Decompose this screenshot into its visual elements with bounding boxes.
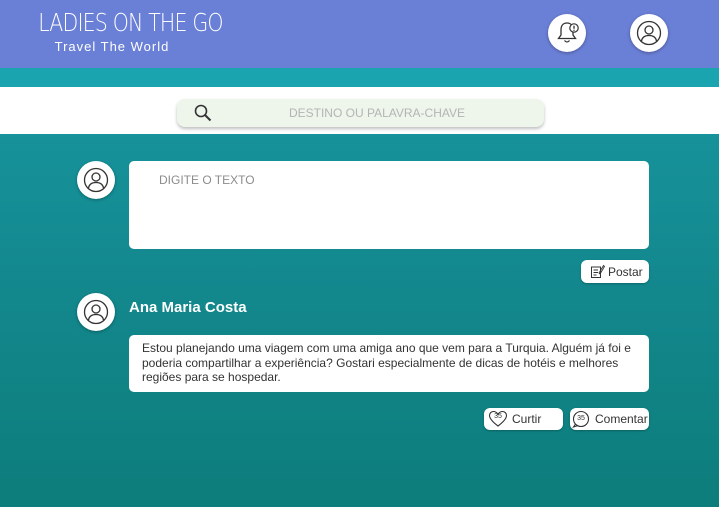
brand-logo[interactable]: LADIES ON THE GO Travel The World — [22, 8, 223, 54]
search-bar-area — [0, 87, 719, 134]
brand-title: LADIES ON THE GO — [38, 8, 223, 37]
user-circle-icon — [83, 167, 109, 193]
edit-list-icon — [591, 264, 605, 278]
search-input[interactable] — [217, 99, 537, 127]
post-text: Estou planejando uma viagem com uma amig… — [129, 335, 649, 392]
comment-button-label: Comentar — [595, 412, 648, 426]
user-circle-icon — [83, 299, 109, 325]
like-count: 35 — [494, 413, 502, 420]
search-box[interactable] — [177, 99, 544, 127]
brand-subtitle: Travel The World — [54, 39, 170, 54]
like-button[interactable]: 35 Curtir — [484, 408, 563, 430]
post-author-name[interactable]: Ana Maria Costa — [129, 299, 247, 316]
post-author-avatar[interactable] — [77, 293, 115, 331]
bell-alert-icon — [557, 22, 579, 43]
post-text-input[interactable] — [129, 161, 649, 249]
heart-icon: 35 — [488, 410, 508, 428]
comment-count: 35 — [577, 414, 585, 422]
comment-button[interactable]: 35 Comentar — [570, 408, 649, 430]
composer-avatar — [77, 161, 115, 199]
comment-bubble-icon: 35 — [571, 410, 591, 428]
post-button-label: Postar — [608, 264, 643, 279]
search-icon[interactable] — [193, 103, 213, 123]
like-button-label: Curtir — [512, 412, 542, 426]
post-button[interactable]: Postar — [581, 260, 649, 283]
header-divider — [0, 68, 719, 87]
app-header: LADIES ON THE GO Travel The World — [0, 0, 719, 68]
profile-button[interactable] — [630, 14, 668, 52]
user-circle-icon — [636, 20, 662, 46]
notifications-button[interactable] — [548, 14, 586, 52]
